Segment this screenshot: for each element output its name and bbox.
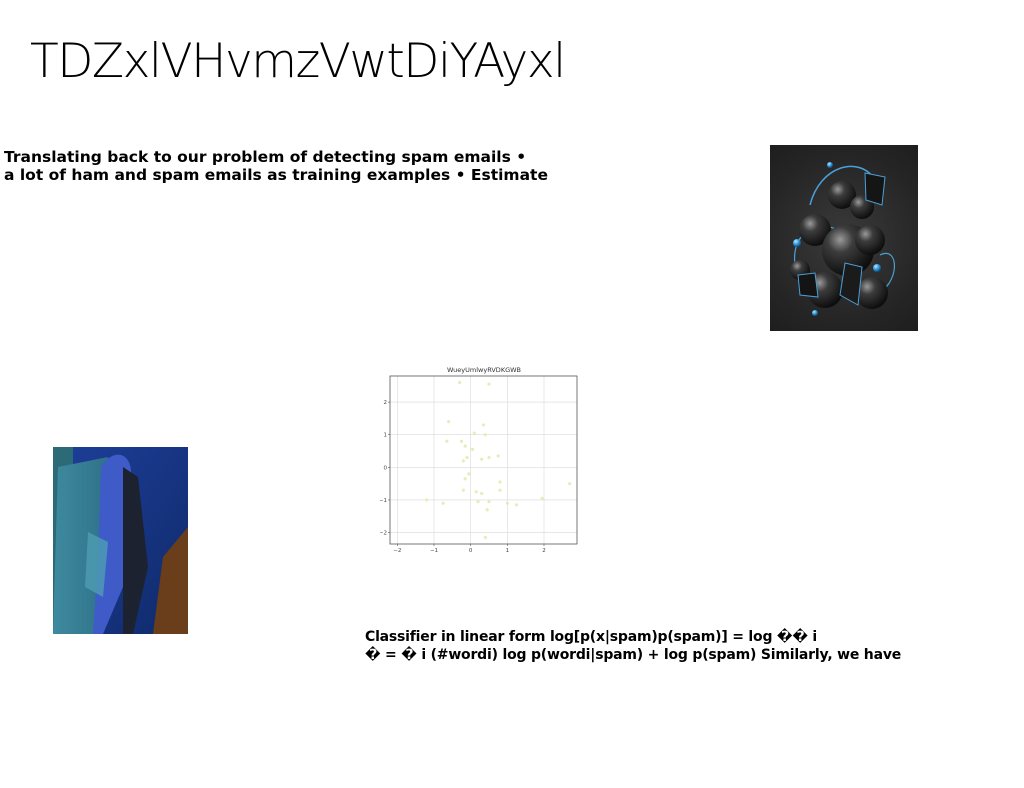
scatter-point xyxy=(461,488,465,492)
scatter-point xyxy=(472,431,476,435)
scatter-chart: WueyUmlwyRVDKGWB −2 −1 0 1 2 −2 −1 0 1 2 xyxy=(379,362,585,557)
scatter-point xyxy=(498,480,502,484)
scatter-point xyxy=(459,439,464,443)
scatter-point xyxy=(465,455,469,460)
spheres-image xyxy=(770,145,918,331)
scatter-point xyxy=(461,459,465,463)
scatter-point xyxy=(447,420,451,424)
scatter-chart-svg: WueyUmlwyRVDKGWB −2 −1 0 1 2 −2 −1 0 1 2 xyxy=(379,366,578,554)
y-tick-label: −1 xyxy=(380,498,387,504)
scatter-point xyxy=(487,382,491,386)
scatter-point xyxy=(481,423,486,427)
y-tick-label: 1 xyxy=(384,433,388,439)
scatter-point xyxy=(425,498,429,502)
page-title: TDZxlVHvmzVwtDiYAyxl xyxy=(30,34,566,89)
scatter-point xyxy=(505,501,509,505)
scatter-point xyxy=(445,439,449,443)
scatter-point xyxy=(463,477,467,481)
x-tick-label: 2 xyxy=(542,548,546,554)
scatter-point xyxy=(496,454,500,458)
x-tick-label: 0 xyxy=(469,548,473,554)
y-tick-label: 2 xyxy=(384,400,388,406)
scatter-point xyxy=(540,496,544,500)
person-illustration xyxy=(53,447,188,634)
y-tick-label: −2 xyxy=(380,531,387,537)
y-tick-label: 0 xyxy=(384,465,388,471)
x-tick-label: −1 xyxy=(430,548,438,554)
scatter-point xyxy=(487,455,491,460)
text-block-spam-detection: Translating back to our problem of detec… xyxy=(4,148,548,184)
x-tick-label: −2 xyxy=(393,548,401,554)
scatter-point xyxy=(483,535,487,540)
scatter-point xyxy=(514,503,519,507)
scatter-point xyxy=(467,472,471,476)
scatter-point xyxy=(485,508,489,512)
scatter-point xyxy=(470,447,475,451)
scatter-point xyxy=(480,491,484,496)
scatter-point xyxy=(476,499,480,504)
scatter-point xyxy=(487,499,491,504)
x-tick-label: 1 xyxy=(506,548,510,554)
scatter-point xyxy=(474,490,478,494)
text-block-classifier: Classifier in linear form log[p(x|spam)p… xyxy=(365,628,901,664)
person-photo xyxy=(53,447,188,634)
scatter-point xyxy=(498,488,502,492)
scatter-point xyxy=(441,501,445,505)
scatter-point xyxy=(568,482,572,486)
text-line: a lot of ham and spam emails as training… xyxy=(4,166,548,184)
text-line: Translating back to our problem of detec… xyxy=(4,148,527,166)
text-line: � = � i (#wordi) log p(wordi|spam) + log… xyxy=(365,647,902,663)
spheres-illustration xyxy=(790,162,895,316)
chart-title: WueyUmlwyRVDKGWB xyxy=(447,366,521,374)
plot-frame xyxy=(389,375,578,545)
text-line: Classifier in linear form log[p(x|spam)p… xyxy=(365,629,817,645)
scatter-point xyxy=(458,380,462,385)
scatter-point xyxy=(480,457,484,461)
scatter-point xyxy=(463,444,467,448)
scatter-point xyxy=(483,433,487,437)
